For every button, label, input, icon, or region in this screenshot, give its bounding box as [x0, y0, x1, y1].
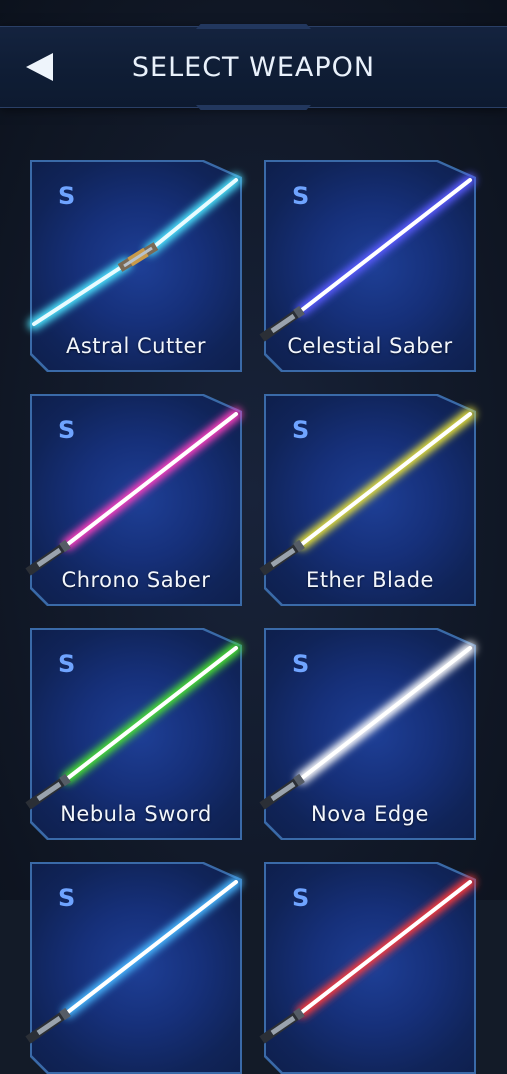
weapon-name: Nova Edge [311, 802, 429, 826]
rank-badge: S [58, 416, 76, 444]
header-bar: SELECT WEAPON [0, 24, 507, 110]
weapon-name: Nebula Sword [60, 802, 212, 826]
weapon-card[interactable]: S Nova Edge [259, 628, 476, 840]
weapon-name: Ether Blade [306, 568, 434, 592]
weapon-card[interactable]: S Nebula Sword [25, 628, 242, 840]
weapon-card[interactable]: S [259, 862, 476, 1074]
weapon-card[interactable]: S Chrono Saber [25, 394, 242, 606]
rank-badge: S [292, 884, 310, 912]
weapon-name: Chrono Saber [61, 568, 211, 592]
weapon-name: Astral Cutter [65, 334, 207, 358]
rank-badge: S [292, 182, 310, 210]
rank-badge: S [58, 884, 76, 912]
weapon-name: Celestial Saber [287, 334, 453, 358]
weapon-card[interactable]: S Ether Blade [259, 394, 476, 606]
weapon-card[interactable]: S Celestial Saber [259, 160, 476, 372]
rank-badge: S [58, 182, 76, 210]
page-title: SELECT WEAPON [131, 51, 376, 83]
weapon-card[interactable]: S Astral Cutter [28, 160, 242, 372]
rank-badge: S [292, 416, 310, 444]
rank-badge: S [292, 650, 310, 678]
weapon-card[interactable]: S [25, 862, 242, 1074]
rank-badge: S [58, 650, 76, 678]
